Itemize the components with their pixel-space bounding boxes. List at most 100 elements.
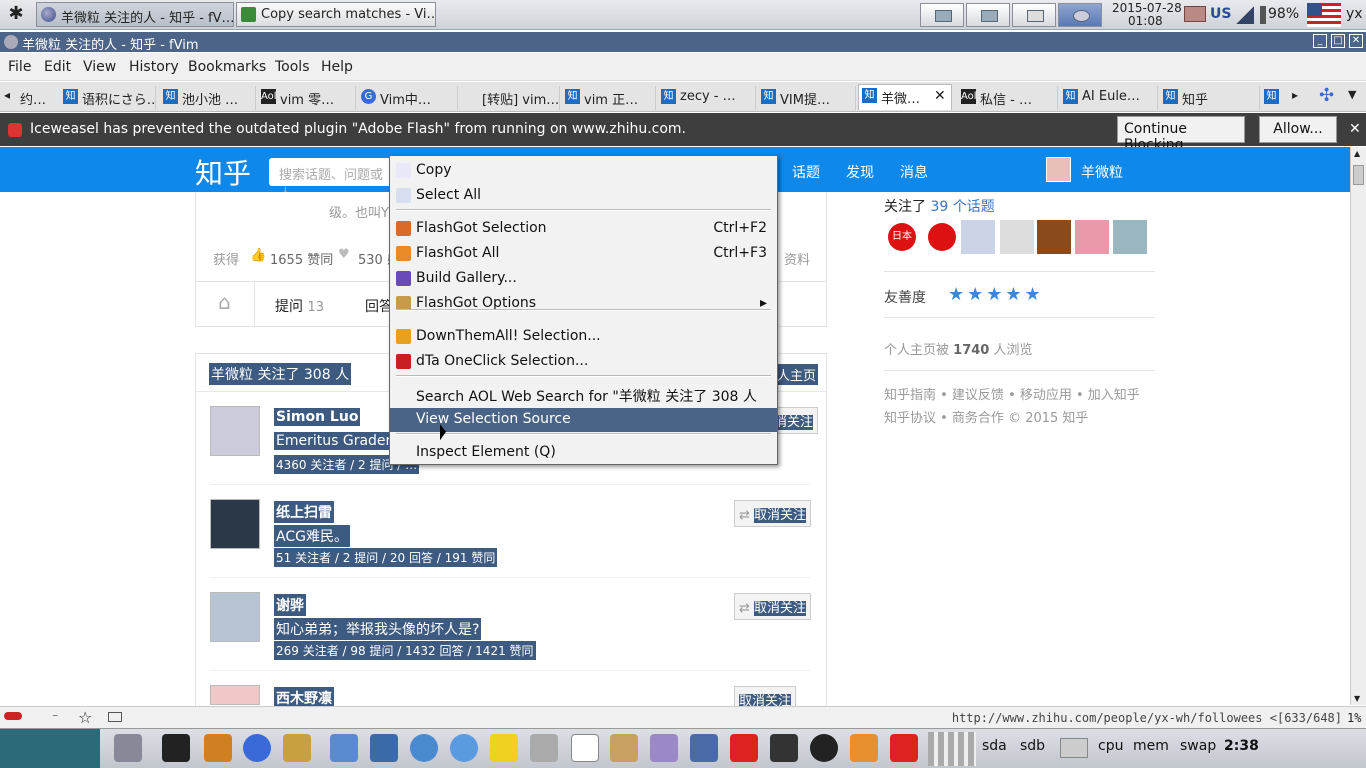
- unfollow-button-2[interactable]: ⇄ 取消关注: [734, 500, 812, 527]
- stop-icon[interactable]: [890, 734, 918, 762]
- tab-ask[interactable]: 提问 13: [275, 296, 324, 316]
- menu-history[interactable]: History: [129, 59, 179, 75]
- app-menu-icon[interactable]: ✱: [4, 3, 28, 27]
- user-name-1[interactable]: Simon Luo: [274, 408, 361, 426]
- tab-6[interactable]: 知 vim 正…: [562, 86, 656, 110]
- tab-4[interactable]: G Vim中…: [358, 86, 458, 110]
- workspace-4[interactable]: [1058, 3, 1102, 27]
- tab-close-icon[interactable]: ✕: [934, 88, 946, 104]
- menu-item-dta-oneclick[interactable]: dTa OneClick Selection...: [390, 350, 777, 374]
- close-button[interactable]: ✕: [1349, 34, 1363, 48]
- topic-gray-icon[interactable]: [1000, 220, 1034, 254]
- show-desktop-icon[interactable]: [114, 734, 142, 762]
- continue-blocking-button[interactable]: Continue Blocking: [1117, 116, 1245, 153]
- book-icon[interactable]: [610, 734, 638, 762]
- notify-close-icon[interactable]: ✕: [1349, 121, 1361, 137]
- tools-icon[interactable]: [283, 734, 311, 762]
- workspace-2[interactable]: [966, 3, 1010, 27]
- user-avatar-1[interactable]: [210, 406, 260, 456]
- addon-icon[interactable]: [4, 712, 22, 720]
- dictionary-icon[interactable]: [1184, 6, 1206, 22]
- tab-12[interactable]: 知知乎: [1160, 86, 1260, 110]
- tab-7[interactable]: 知 zecy - …: [658, 86, 756, 110]
- menu-help[interactable]: Help: [321, 59, 353, 75]
- cat-icon[interactable]: [770, 734, 798, 762]
- unfollow-button-3[interactable]: ⇄ 取消关注: [734, 593, 812, 620]
- menu-file[interactable]: File: [8, 59, 31, 75]
- reader-icon[interactable]: [108, 712, 122, 722]
- tab-11[interactable]: 知 AI Eule…: [1060, 86, 1158, 110]
- nav-messages[interactable]: 消息: [900, 162, 928, 182]
- workspace-1[interactable]: [920, 3, 964, 27]
- system-monitor-icon[interactable]: [370, 734, 398, 762]
- user-nav-name[interactable]: 羊微粒: [1081, 162, 1123, 182]
- allow-button[interactable]: Allow...: [1259, 116, 1337, 143]
- zhihu-search-input[interactable]: 搜索话题、问题或人: [269, 158, 399, 202]
- minimize-button[interactable]: _: [1313, 34, 1327, 48]
- menu-item-flashgot-options[interactable]: FlashGot Options ▸: [390, 292, 777, 316]
- user-avatar-4[interactable]: [210, 685, 260, 705]
- keyboard-layout[interactable]: US: [1210, 6, 1231, 22]
- phone-icon[interactable]: [530, 734, 558, 762]
- user-name-3[interactable]: 谢骅: [274, 594, 306, 616]
- tab-5[interactable]: [转贴] vim…: [460, 86, 560, 110]
- topic-anime-icon[interactable]: [961, 220, 995, 254]
- chrome-icon[interactable]: [450, 734, 478, 762]
- nav-discover[interactable]: 发现: [846, 162, 874, 182]
- tab-2[interactable]: 知池小池 …: [160, 86, 256, 110]
- new-tab-icon[interactable]: ✣: [1319, 85, 1334, 106]
- tab-1[interactable]: 知语积にさら…: [60, 86, 156, 110]
- menu-item-select-all[interactable]: Select All: [390, 184, 777, 208]
- task-firefox[interactable]: 羊微粒 关注的人 - 知乎 - fV…: [36, 2, 234, 27]
- user-name-2[interactable]: 纸上扫雷: [274, 501, 334, 523]
- page-scrollbar[interactable]: ▲ ▼: [1350, 147, 1366, 705]
- nav-topics[interactable]: 话题: [792, 162, 820, 182]
- fox-icon[interactable]: [850, 734, 878, 762]
- more-profile-link[interactable]: 资料: [784, 249, 810, 268]
- user-avatar[interactable]: [1046, 157, 1071, 182]
- tab-8[interactable]: 知 VIM提…: [758, 86, 856, 110]
- qq-icon[interactable]: [810, 734, 838, 762]
- menu-item-view-selection-source[interactable]: View Selection Source: [390, 408, 777, 432]
- accessibility-icon[interactable]: [690, 734, 718, 762]
- user-avatar-2[interactable]: [210, 499, 260, 549]
- star-icon[interactable]: [490, 734, 518, 762]
- menu-item-flashgot-all[interactable]: FlashGot All Ctrl+F3: [390, 242, 777, 266]
- menu-item-downthemall-selection[interactable]: DownThemAll! Selection...: [390, 325, 777, 349]
- tab-3[interactable]: Aol vim 零…: [258, 86, 356, 110]
- bookmark-star-icon[interactable]: ☆: [78, 708, 92, 727]
- topic-orange-icon[interactable]: [1037, 220, 1071, 254]
- maximize-button[interactable]: □: [1331, 34, 1345, 48]
- topic-girl-icon[interactable]: [1075, 220, 1109, 254]
- tab-scroll-right-icon[interactable]: ▸: [1292, 88, 1298, 102]
- menu-item-search-aol[interactable]: Search AOL Web Search for "羊微粒 关注了 308 人…: [390, 383, 777, 425]
- menu-view[interactable]: View: [83, 59, 116, 75]
- user-avatar-3[interactable]: [210, 592, 260, 642]
- footer-links-2[interactable]: 知乎协议 • 商务合作 © 2015 知乎: [884, 407, 1088, 426]
- home-page-link[interactable]: 人主页: [775, 364, 819, 385]
- chat-icon[interactable]: [650, 734, 678, 762]
- topic-hands-icon[interactable]: [1113, 220, 1147, 254]
- browser-icon[interactable]: [243, 734, 271, 762]
- close-app-icon[interactable]: [730, 734, 758, 762]
- menu-item-flashgot-selection[interactable]: FlashGot Selection Ctrl+F2: [390, 217, 777, 241]
- tab-10[interactable]: Aol 私信 - …: [958, 86, 1058, 110]
- flashgot-status-icon[interactable]: ⁻: [52, 710, 58, 724]
- user-name[interactable]: yx: [1346, 6, 1363, 22]
- menu-bookmarks[interactable]: Bookmarks: [188, 59, 266, 75]
- menu-tools[interactable]: Tools: [275, 59, 310, 75]
- tab-list-icon[interactable]: ▼: [1348, 88, 1356, 101]
- file-cabinet-icon[interactable]: [204, 734, 232, 762]
- document-icon[interactable]: [571, 734, 599, 762]
- topic-japan-flag-icon[interactable]: [928, 223, 956, 251]
- terminal-icon[interactable]: [162, 734, 190, 762]
- folder-icon[interactable]: [330, 734, 358, 762]
- task-vim[interactable]: Copy search matches - Vi…: [236, 2, 436, 27]
- menu-item-inspect-element[interactable]: Inspect Element (Q): [390, 441, 777, 465]
- topic-japan-text-icon[interactable]: 日本: [888, 223, 916, 251]
- workspace-3[interactable]: [1012, 3, 1056, 27]
- tab-partial[interactable]: 约…: [20, 89, 46, 108]
- home-icon[interactable]: ⌂: [195, 282, 255, 326]
- menu-item-build-gallery[interactable]: Build Gallery...: [390, 267, 777, 291]
- tab-partial-last[interactable]: 知: [1262, 86, 1282, 108]
